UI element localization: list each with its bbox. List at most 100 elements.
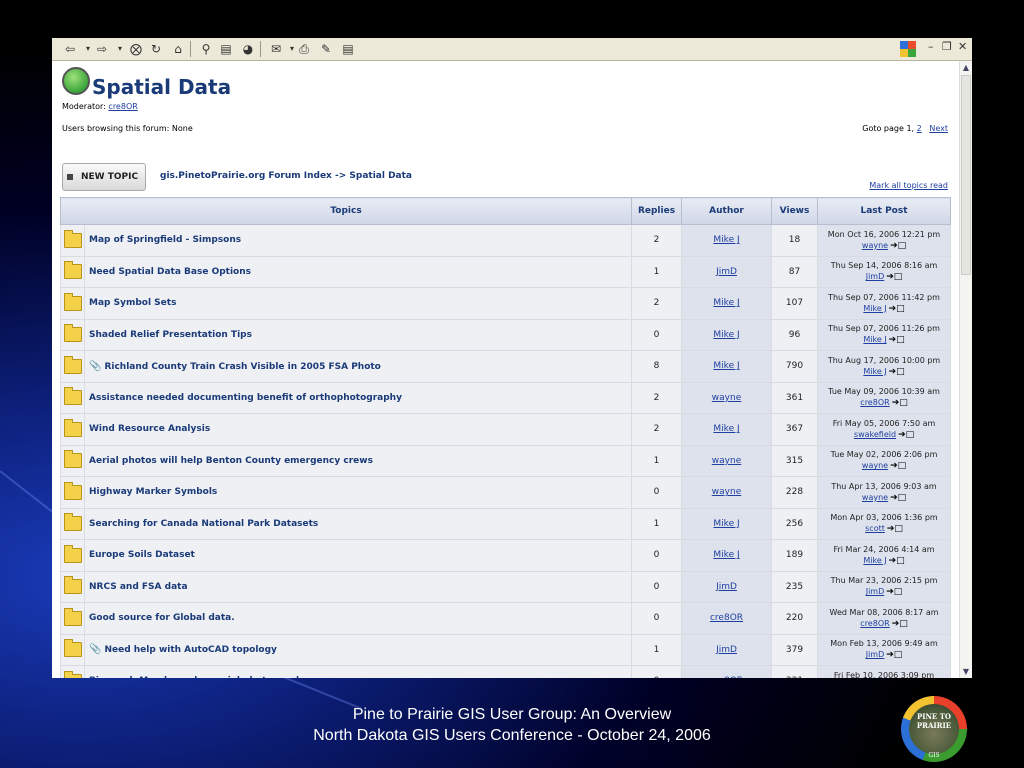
forward-icon[interactable]: ⇨ [94,41,110,57]
moderator-link[interactable]: cre8OR [108,102,137,111]
table-row: Bismarck-Mandan color aerial photography… [60,665,952,678]
topic-title-link[interactable]: Wind Resource Analysis [89,424,210,434]
topic-folder-cell [60,444,85,477]
view-latest-post-icon[interactable]: ➔□ [889,304,905,314]
view-latest-post-icon[interactable]: ➔□ [886,587,902,597]
topic-folder-cell [60,570,85,603]
back-icon[interactable]: ⇦ [62,41,78,57]
last-post-user-link[interactable]: Mike J [863,335,886,344]
views-cell: 361 [771,381,819,414]
last-post-user-link[interactable]: Mike J [863,556,886,565]
new-topic-button[interactable]: NEW TOPIC [62,163,146,191]
last-post-user-link[interactable]: Mike J [863,367,886,376]
breadcrumb[interactable]: gis.PinetoPrairie.org Forum Index -> Spa… [160,171,412,181]
discuss-icon[interactable]: ▤ [340,41,356,57]
last-post-user-link[interactable]: JimD [866,587,885,596]
minimize-icon[interactable]: – [928,40,934,53]
topic-title-link[interactable]: Shaded Relief Presentation Tips [89,330,252,340]
author-link[interactable]: JimD [716,645,737,655]
last-post-user-link[interactable]: wayne [862,241,888,250]
last-post-date: Fri Feb 10, 2006 3:09 pm [833,670,935,678]
author-link[interactable]: cre8OR [710,613,743,623]
close-icon[interactable]: ✕ [958,40,967,53]
author-link[interactable]: Mike J [713,235,739,245]
slide-caption-line-2: North Dakota GIS Users Conference - Octo… [313,727,711,744]
folder-icon [63,639,82,658]
view-latest-post-icon[interactable]: ➔□ [886,272,902,282]
edit-icon[interactable]: ✎ [318,41,334,57]
author-link[interactable]: wayne [712,487,741,497]
replies-cell: 1 [631,507,683,540]
last-post-date: Tue May 09, 2006 10:39 am [828,387,940,397]
last-post-user-link[interactable]: wayne [862,461,888,470]
replies-cell: 8 [631,350,683,383]
view-latest-post-icon[interactable]: ➔□ [890,461,906,471]
topic-folder-cell [60,224,85,257]
history-icon[interactable]: ◕ [240,41,256,57]
topic-title-link[interactable]: Map of Springfield - Simpsons [89,235,241,245]
last-post-user-link[interactable]: cre8OR [860,398,889,407]
view-latest-post-icon[interactable]: ➔□ [886,650,902,660]
scroll-up-icon[interactable]: ▲ [960,63,972,72]
author-link[interactable]: JimD [716,582,737,592]
topic-folder-cell [60,539,85,572]
last-post-user-link[interactable]: wayne [862,493,888,502]
mail-icon[interactable]: ✉ [268,41,284,57]
view-latest-post-icon[interactable]: ➔□ [889,556,905,566]
view-latest-post-icon[interactable]: ➔□ [890,241,906,251]
topic-title-link[interactable]: Searching for Canada National Park Datas… [89,519,318,529]
last-post-user-link[interactable]: swakefield [854,430,896,439]
author-link[interactable]: wayne [712,393,741,403]
view-latest-post-icon[interactable]: ➔□ [889,335,905,345]
author-link[interactable]: Mike J [713,550,739,560]
view-latest-post-icon[interactable]: ➔□ [889,367,905,377]
last-post-user-link[interactable]: JimD [866,272,885,281]
author-link[interactable]: cre8OR [710,676,743,678]
topic-title-link[interactable]: Need help with AutoCAD topology [104,645,276,655]
topic-title-link[interactable]: NRCS and FSA data [89,582,188,592]
topic-title-link[interactable]: Highway Marker Symbols [89,487,217,497]
topic-title-link[interactable]: Assistance needed documenting benefit of… [89,393,402,403]
topic-title-link[interactable]: Need Spatial Data Base Options [89,267,251,277]
views-cell: 331 [771,665,819,678]
scroll-down-icon[interactable]: ▼ [960,667,972,676]
restore-icon[interactable]: ❐ [942,40,952,53]
mark-all-read-link[interactable]: Mark all topics read [869,181,948,190]
goto-next-link[interactable]: Next [929,124,948,133]
logo-text: PINE TO PRAIRIE [916,712,952,730]
view-latest-post-icon[interactable]: ➔□ [890,493,906,503]
view-latest-post-icon[interactable]: ➔□ [887,524,903,534]
last-post-user-link[interactable]: scott [865,524,885,533]
topic-title-link[interactable]: Aerial photos will help Benton County em… [89,456,373,466]
scrollbar-thumb[interactable] [961,75,971,275]
view-latest-post-icon[interactable]: ➔□ [892,398,908,408]
author-link[interactable]: Mike J [713,330,739,340]
print-icon[interactable]: ⎙ [296,41,312,57]
topic-title-link[interactable]: Richland County Train Crash Visible in 2… [104,362,380,372]
search-icon[interactable]: ⚲ [198,41,214,57]
topic-title-link[interactable]: Map Symbol Sets [89,298,176,308]
author-link[interactable]: JimD [716,267,737,277]
view-latest-post-icon[interactable]: ➔□ [892,619,908,629]
stop-icon[interactable]: ⨂ [128,41,144,57]
forum-page: Spatial Data Moderator: cre8OR Users bro… [52,61,960,678]
refresh-icon[interactable]: ↻ [148,41,164,57]
author-link[interactable]: Mike J [713,519,739,529]
home-icon[interactable]: ⌂ [170,41,186,57]
topic-title-link[interactable]: Bismarck-Mandan color aerial photography [89,676,308,678]
last-post-user-link[interactable]: cre8OR [860,619,889,628]
topic-title-link[interactable]: Europe Soils Dataset [89,550,195,560]
author-link[interactable]: Mike J [713,361,739,371]
table-row: Good source for Global data. 0 cre8OR 220 We… [60,602,952,635]
forward-dropdown-icon[interactable]: ▾ [112,41,128,57]
author-link[interactable]: Mike J [713,424,739,434]
vertical-scrollbar[interactable]: ▲ ▼ [959,61,972,678]
author-link[interactable]: wayne [712,456,741,466]
favorites-icon[interactable]: ▤ [218,41,234,57]
last-post-user-link[interactable]: JimD [866,650,885,659]
topic-title-link[interactable]: Good source for Global data. [89,613,235,623]
goto-page-2-link[interactable]: 2 [917,124,922,133]
last-post-user-link[interactable]: Mike J [863,304,886,313]
author-link[interactable]: Mike J [713,298,739,308]
view-latest-post-icon[interactable]: ➔□ [898,430,914,440]
